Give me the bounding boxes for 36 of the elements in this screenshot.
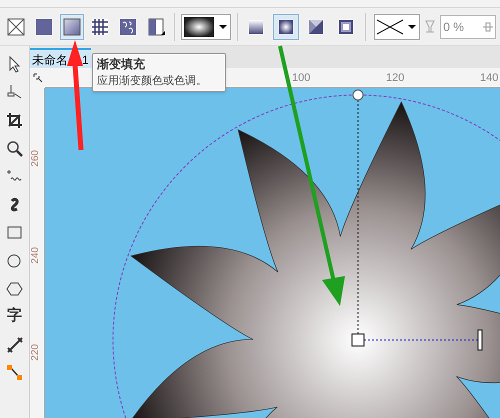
ruler-label: 260 [29, 150, 38, 167]
pattern-fill-icon [90, 16, 110, 36]
blend-mode-dropdown[interactable] [374, 14, 420, 40]
dimension-tool-icon [5, 335, 24, 354]
text-tool-button[interactable]: 字 [4, 306, 26, 327]
texture-fill-icon [118, 16, 138, 36]
document-tab-label: 1 [82, 52, 89, 68]
postscript-fill-icon [146, 16, 166, 36]
no-fill-icon [6, 16, 26, 36]
gradient-type-button[interactable] [273, 14, 300, 40]
gradient-handle[interactable] [352, 90, 364, 100]
ruler-label: 140 [480, 71, 498, 86]
fill-type-button[interactable] [60, 14, 84, 40]
gradient-swatch-icon [184, 16, 214, 36]
ruler-label: 240 [29, 247, 38, 264]
gradient-center-handle[interactable] [352, 334, 364, 346]
ruler-label: 120 [386, 71, 404, 86]
crop-tool-icon [5, 111, 24, 130]
document-tab-label: 未命名 [32, 52, 68, 68]
ruler-label: 100 [292, 71, 310, 86]
dropdown-caret-icon [218, 24, 227, 28]
glass-icon [424, 18, 436, 34]
uniform-fill-icon [34, 16, 54, 36]
ruler-label: 220 [29, 344, 38, 361]
dropdown-caret-icon [408, 24, 416, 28]
cross-icon [375, 16, 406, 36]
transparency-value: 0 % [443, 18, 464, 36]
gradient-preset-dropdown[interactable] [180, 14, 231, 40]
gradient-edge-handle[interactable] [478, 330, 482, 350]
slider-handle-icon [483, 20, 494, 32]
gradient-fill-icon [62, 16, 82, 36]
connector-tool-icon [5, 363, 24, 382]
tooltip-title: 渐变填充 [97, 56, 146, 73]
tooltip-description: 应用渐变颜色或色调。 [97, 74, 208, 89]
transparency-field[interactable]: 0 % [440, 14, 496, 38]
zoom-tool-icon [5, 139, 24, 158]
